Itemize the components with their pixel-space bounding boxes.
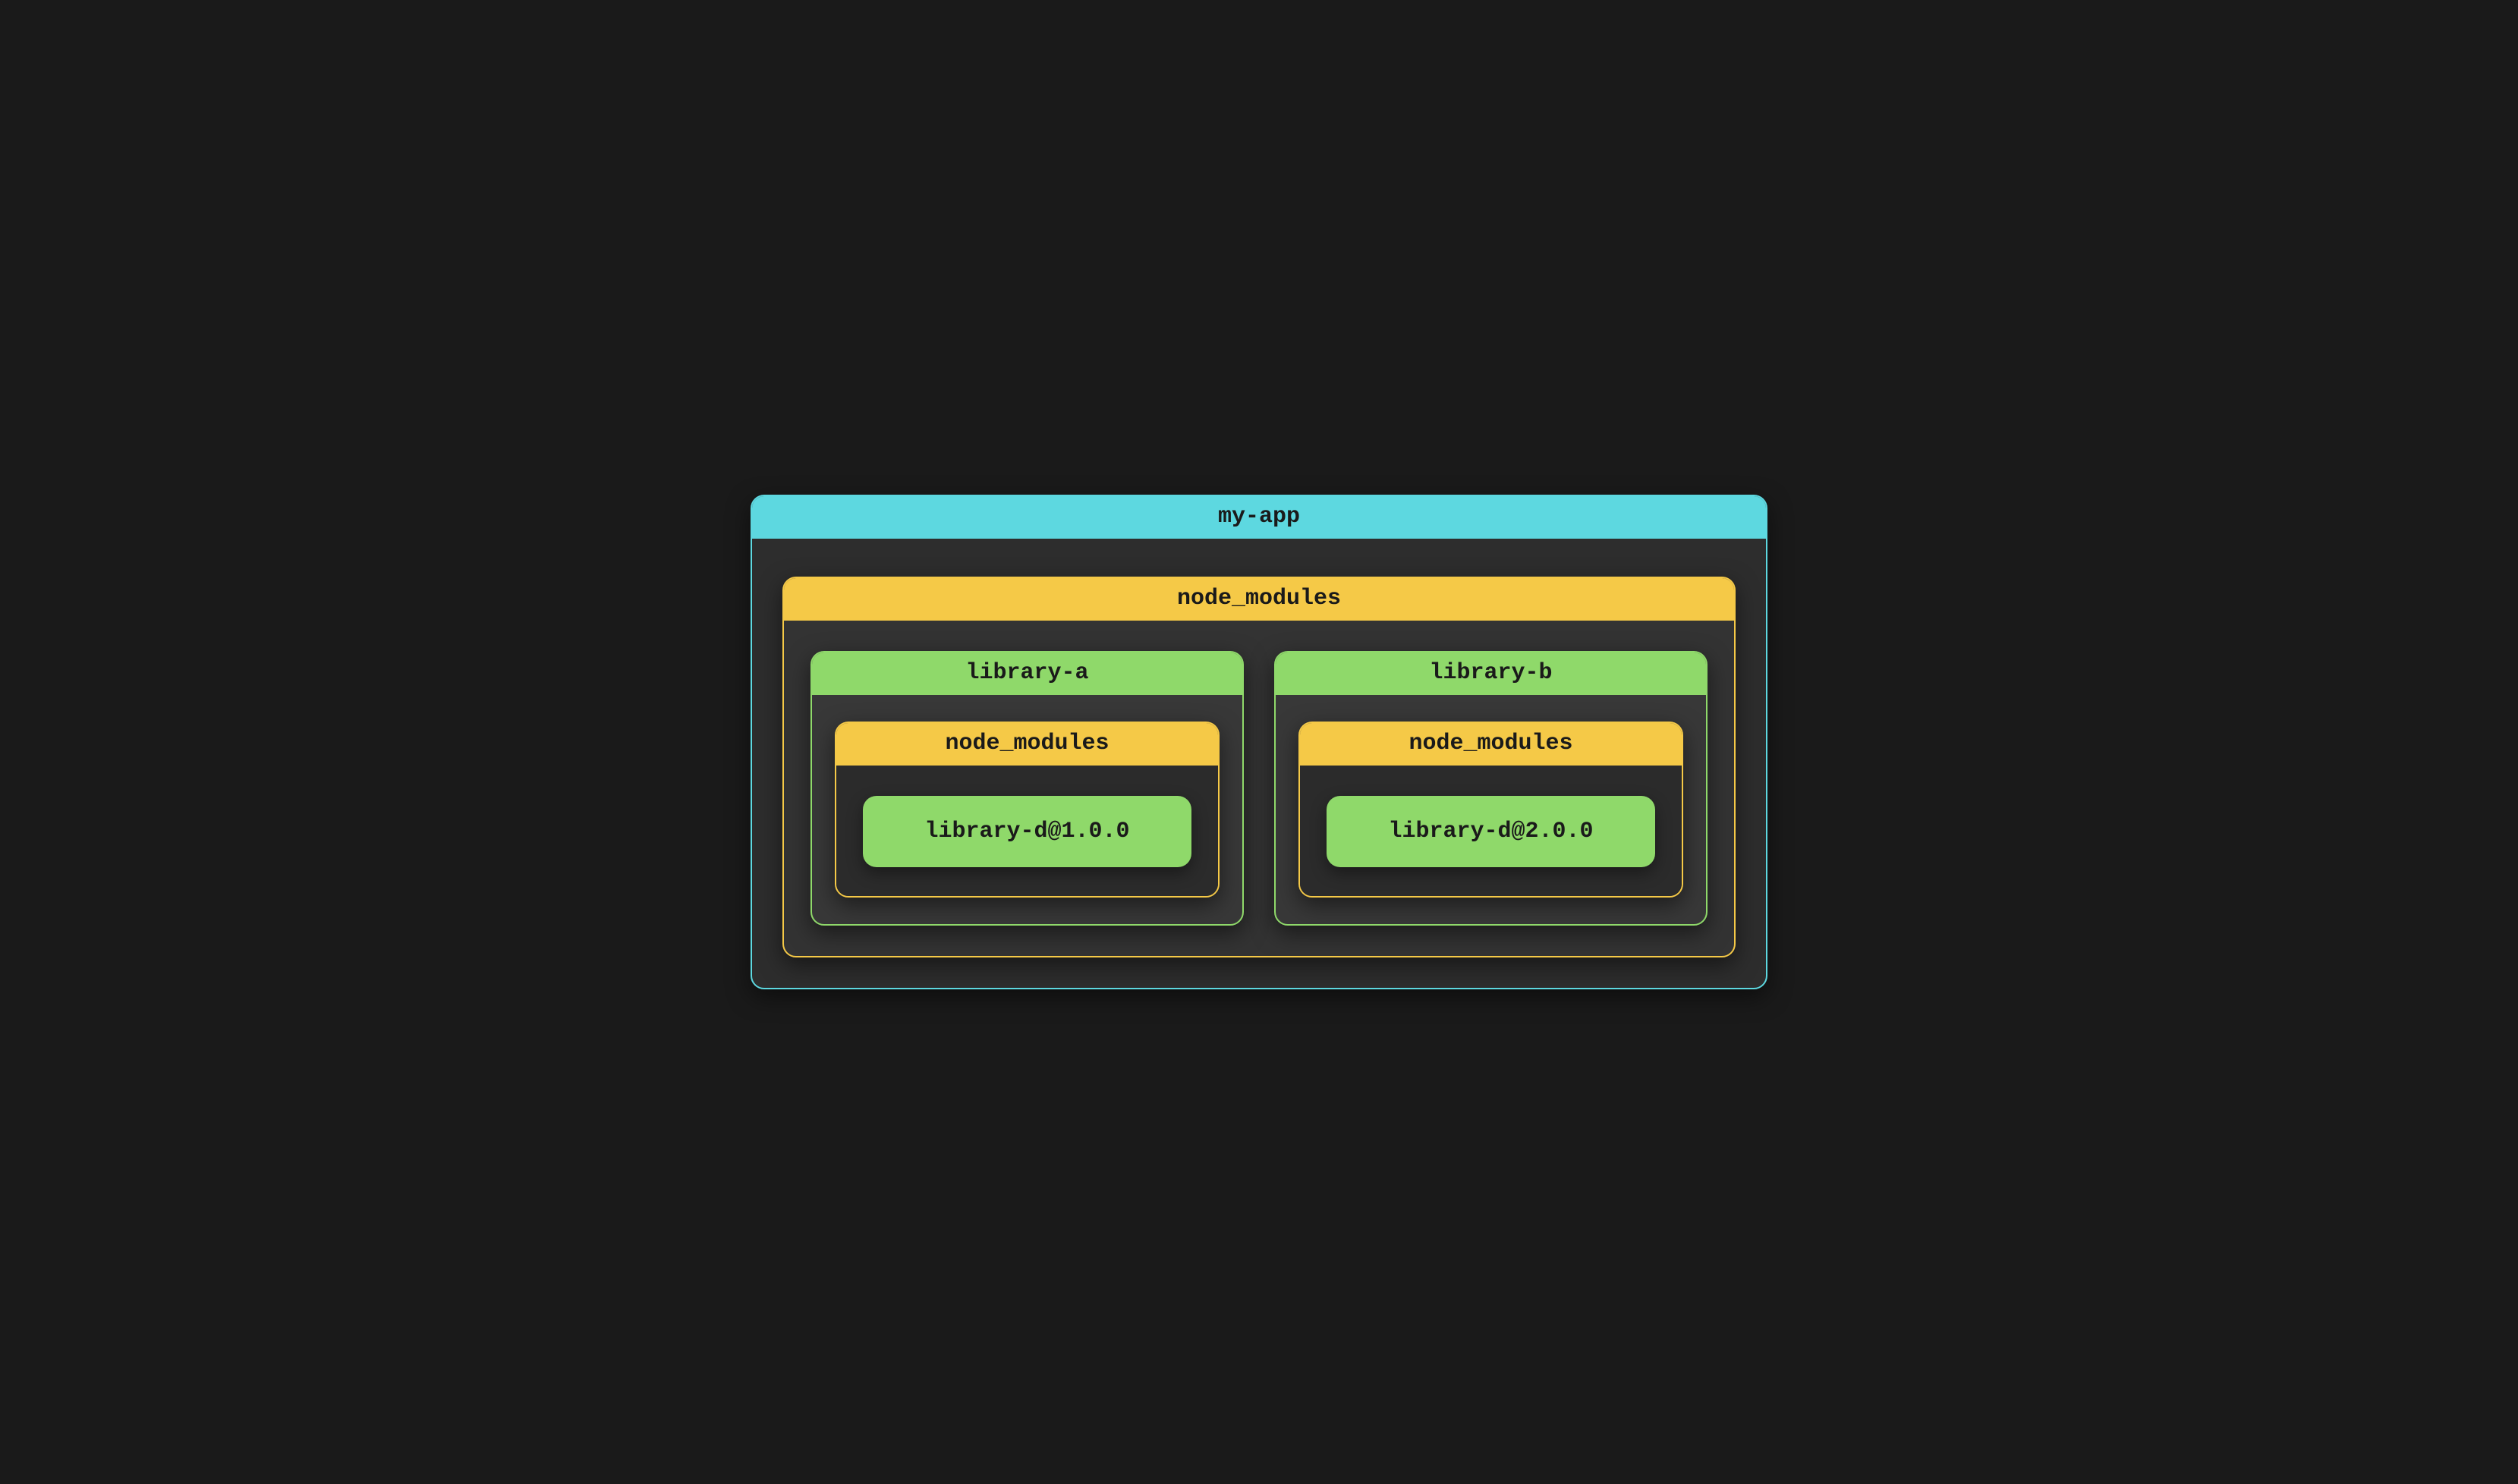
app-container: my-app node_modules library-a node_modul… [751, 495, 1767, 989]
node-modules-outer-label: node_modules [784, 578, 1734, 621]
node-modules-outer: node_modules library-a node_modules libr… [782, 577, 1736, 957]
library-a-body: node_modules library-d@1.0.0 [812, 695, 1242, 924]
library-b-title: library-b [1276, 652, 1706, 695]
libraries-row: library-a node_modules library-d@1.0.0 [810, 651, 1708, 926]
library-a-node-modules: node_modules library-d@1.0.0 [835, 722, 1220, 898]
app-title: my-app [752, 496, 1766, 539]
library-a-node-modules-label: node_modules [836, 723, 1218, 766]
library-a-title: library-a [812, 652, 1242, 695]
library-b-node-modules-body: library-d@2.0.0 [1300, 766, 1682, 896]
node-modules-outer-body: library-a node_modules library-d@1.0.0 [784, 621, 1734, 956]
library-b-container: library-b node_modules library-d@2.0.0 [1274, 651, 1708, 926]
library-a-package: library-d@1.0.0 [863, 796, 1191, 867]
library-b-node-modules: node_modules library-d@2.0.0 [1298, 722, 1683, 898]
app-body: node_modules library-a node_modules libr… [752, 539, 1766, 988]
library-b-node-modules-label: node_modules [1300, 723, 1682, 766]
library-b-package: library-d@2.0.0 [1327, 796, 1655, 867]
library-a-node-modules-body: library-d@1.0.0 [836, 766, 1218, 896]
library-a-container: library-a node_modules library-d@1.0.0 [810, 651, 1244, 926]
library-b-body: node_modules library-d@2.0.0 [1276, 695, 1706, 924]
